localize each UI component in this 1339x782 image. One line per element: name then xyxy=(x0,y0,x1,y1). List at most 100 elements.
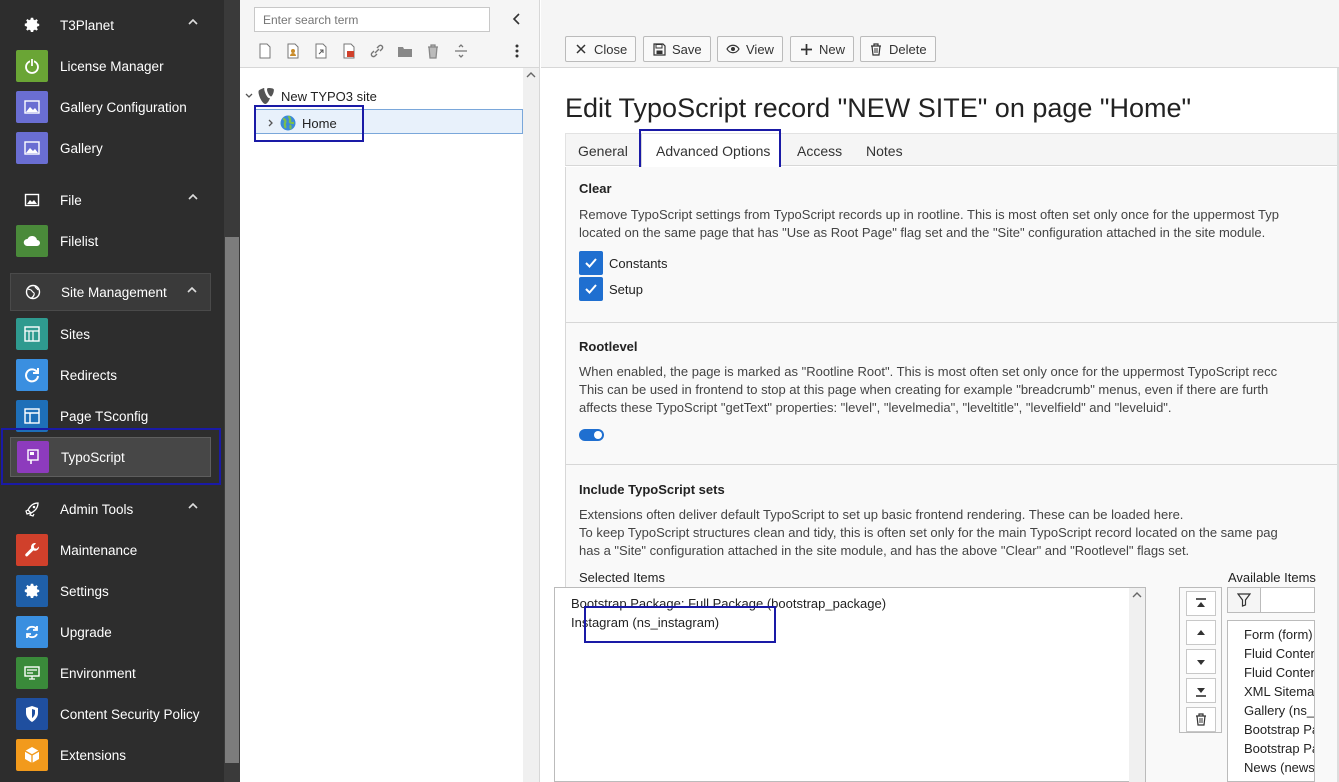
instagram-highlight-box xyxy=(584,606,776,643)
menu-item-gallery-configuration[interactable]: Gallery Configuration xyxy=(10,87,211,127)
menu-item-maintenance[interactable]: Maintenance xyxy=(10,530,211,570)
menu-item-license-manager[interactable]: License Manager xyxy=(10,46,211,86)
link-icon[interactable] xyxy=(366,42,387,60)
tab-general[interactable]: General xyxy=(578,134,628,167)
setup-label: Setup xyxy=(609,282,643,297)
available-item[interactable]: News (news) xyxy=(1244,760,1314,775)
menu-item-environment[interactable]: Environment xyxy=(10,653,211,693)
rootlevel-description-line: This can be used in frontend to stop at … xyxy=(579,382,1269,397)
module-menu-scroll-thumb[interactable] xyxy=(225,237,239,763)
doc-header: Close Save View New Delete xyxy=(541,0,1339,68)
gear-icon xyxy=(18,11,46,39)
available-items-list[interactable]: Form (form) Fluid Content E Fluid Conten… xyxy=(1227,620,1315,782)
available-item[interactable]: Form (form) xyxy=(1244,627,1313,642)
tab-notes[interactable]: Notes xyxy=(866,134,903,167)
menu-item-label: Gallery xyxy=(60,140,103,156)
menu-group-site-management[interactable]: Site Management xyxy=(10,273,211,311)
close-button[interactable]: Close xyxy=(565,36,637,62)
include-description-line: To keep TypoScript structures clean and … xyxy=(579,525,1278,540)
available-item[interactable]: Fluid Content E xyxy=(1244,665,1314,680)
available-item[interactable]: Fluid Content E xyxy=(1244,646,1314,661)
eye-icon xyxy=(726,42,740,56)
scroll-up-icon[interactable] xyxy=(1129,588,1145,602)
save-icon xyxy=(652,42,666,56)
rootlevel-label: Rootlevel xyxy=(579,339,638,354)
wrench-icon xyxy=(16,534,48,566)
more-options-icon[interactable] xyxy=(513,42,521,60)
menu-item-gallery[interactable]: Gallery xyxy=(10,128,211,168)
menu-item-label: Maintenance xyxy=(60,542,138,558)
include-description-line: has a "Site" configuration attached in t… xyxy=(579,543,1190,558)
setup-checkbox[interactable] xyxy=(579,277,603,301)
trash-icon xyxy=(1196,713,1206,726)
typoscript-highlight-box xyxy=(1,428,221,485)
menu-group-t3planet[interactable]: T3Planet xyxy=(10,6,211,44)
filter-icon[interactable] xyxy=(1228,588,1261,612)
menu-item-filelist[interactable]: Filelist xyxy=(10,221,211,261)
move-up-button[interactable] xyxy=(1186,620,1216,645)
mountpoint-page-icon[interactable] xyxy=(338,42,359,60)
tree-search-input[interactable] xyxy=(254,7,490,32)
menu-item-label: Settings xyxy=(60,583,109,599)
page-tree-toolbar xyxy=(240,0,539,68)
move-down-button[interactable] xyxy=(1186,649,1216,674)
spacer-icon[interactable] xyxy=(450,42,471,60)
menu-item-label: Filelist xyxy=(60,233,99,249)
folder-icon[interactable] xyxy=(394,42,415,60)
selected-items-scrollbar[interactable] xyxy=(1129,588,1145,782)
available-item[interactable]: Gallery (ns_gal xyxy=(1244,703,1314,718)
refresh-icon xyxy=(16,616,48,648)
menu-item-label: Content Security Policy xyxy=(60,706,200,722)
menu-item-content-security-policy[interactable]: Content Security Policy xyxy=(10,694,211,734)
include-typoscript-label: Include TypoScript sets xyxy=(579,482,725,497)
menu-item-redirects[interactable]: Redirects xyxy=(10,355,211,395)
menu-item-upgrade[interactable]: Upgrade xyxy=(10,612,211,652)
menu-item-label: License Manager xyxy=(60,58,164,74)
shortcut-page-icon[interactable] xyxy=(310,42,331,60)
module-menu: T3Planet License Manager Gallery Configu… xyxy=(0,0,240,782)
remove-item-button[interactable] xyxy=(1186,707,1216,732)
new-button[interactable]: New xyxy=(790,36,855,62)
menu-item-label: Page TSconfig xyxy=(60,408,149,424)
rootlevel-toggle[interactable] xyxy=(579,429,604,441)
power-icon xyxy=(16,50,48,82)
page-icon[interactable] xyxy=(254,42,275,60)
menu-item-extensions[interactable]: Extensions xyxy=(10,735,211,775)
available-item[interactable]: Bootstrap Pack xyxy=(1244,722,1314,737)
chevron-down-icon[interactable] xyxy=(244,91,254,101)
menu-item-label: Gallery Configuration xyxy=(60,99,187,115)
available-items-filter[interactable] xyxy=(1227,587,1315,613)
available-item[interactable]: Bootstrap Pack xyxy=(1244,741,1314,756)
view-button[interactable]: View xyxy=(717,36,783,62)
gear-icon xyxy=(16,575,48,607)
home-highlight-box xyxy=(254,105,364,142)
delete-button[interactable]: Delete xyxy=(860,36,936,62)
tree-node-root[interactable]: New TYPO3 site xyxy=(244,88,377,104)
save-button-label: Save xyxy=(672,41,702,57)
menu-item-label: Environment xyxy=(60,665,136,681)
image-file-icon xyxy=(18,186,46,214)
collapse-tree-icon[interactable] xyxy=(510,12,524,26)
tab-access[interactable]: Access xyxy=(797,134,842,167)
available-item[interactable]: XML Sitemap (s xyxy=(1244,684,1314,699)
move-to-top-button[interactable] xyxy=(1186,591,1216,616)
menu-item-sites[interactable]: Sites xyxy=(10,314,211,354)
menu-group-label: Admin Tools xyxy=(60,501,134,517)
recycler-icon[interactable] xyxy=(422,42,443,60)
include-description-line: Extensions often deliver default TypoScr… xyxy=(579,507,1184,522)
clear-description-line: Remove TypoScript settings from TypoScri… xyxy=(579,207,1279,222)
scroll-up-icon[interactable] xyxy=(523,68,539,82)
sites-icon xyxy=(16,318,48,350)
rocket-icon xyxy=(18,495,46,523)
backend-user-section-icon[interactable] xyxy=(282,42,303,60)
menu-group-admin-tools[interactable]: Admin Tools xyxy=(10,490,211,528)
save-button[interactable]: Save xyxy=(643,36,711,62)
constants-checkbox[interactable] xyxy=(579,251,603,275)
plus-icon xyxy=(799,42,813,56)
menu-group-file[interactable]: File xyxy=(10,181,211,219)
tree-scrollbar[interactable] xyxy=(523,68,539,782)
menu-group-label: Site Management xyxy=(61,284,167,300)
clear-label: Clear xyxy=(579,181,612,196)
move-to-bottom-button[interactable] xyxy=(1186,678,1216,703)
menu-item-settings[interactable]: Settings xyxy=(10,571,211,611)
